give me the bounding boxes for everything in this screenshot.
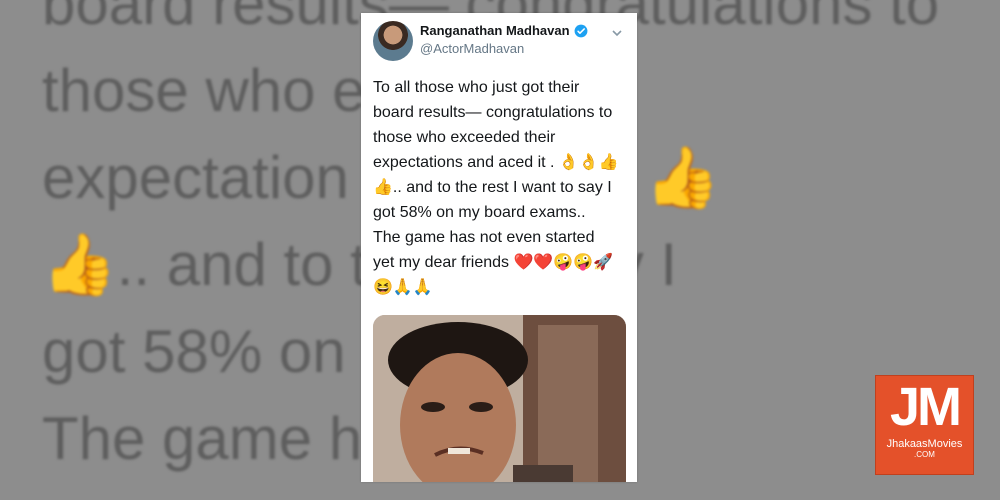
tweet-line: 😆🙏🙏 [373,279,433,296]
logo-letters: JM [889,377,962,437]
user-handle[interactable]: @ActorMadhavan [420,41,524,56]
avatar[interactable] [373,21,413,61]
tweet-line: got 58% on my board exams.. [373,204,586,221]
display-name[interactable]: Ranganathan Madhavan [420,23,570,38]
thumbs-up-emoji: 👍 [42,231,117,298]
tweet-text: To all those who just got their board re… [373,75,631,300]
tweet-card: Ranganathan Madhavan @ActorMadhavan To a… [361,13,637,482]
tweet-line: The game has not even started [373,229,595,246]
thumbs-up-emoji: 👍 [645,144,720,211]
chevron-down-icon[interactable] [611,27,623,39]
tweet-line: expectations and aced it . 👌👌👍 [373,154,619,171]
tweet-line: those who exceeded their [373,129,556,146]
name-row: Ranganathan Madhavan [420,23,588,38]
tweet-line: board results— congratulations to [373,104,613,121]
tweet-header: Ranganathan Madhavan @ActorMadhavan [373,21,629,65]
media-photo [373,315,626,482]
logo-site-name: JhakaasMovies [886,438,963,450]
tweet-media-image[interactable] [373,315,626,482]
tweet-line: To all those who just got their [373,79,580,96]
jhakaasmovies-logo: JM JhakaasMovies .COM [875,375,974,475]
tweet-line: yet my dear friends ❤️❤️🤪🤪🚀 [373,254,614,271]
tweet-line: 👍.. and to the rest I want to say I [373,179,612,196]
verified-badge-icon [574,24,587,37]
logo-tld: .COM [914,450,935,459]
